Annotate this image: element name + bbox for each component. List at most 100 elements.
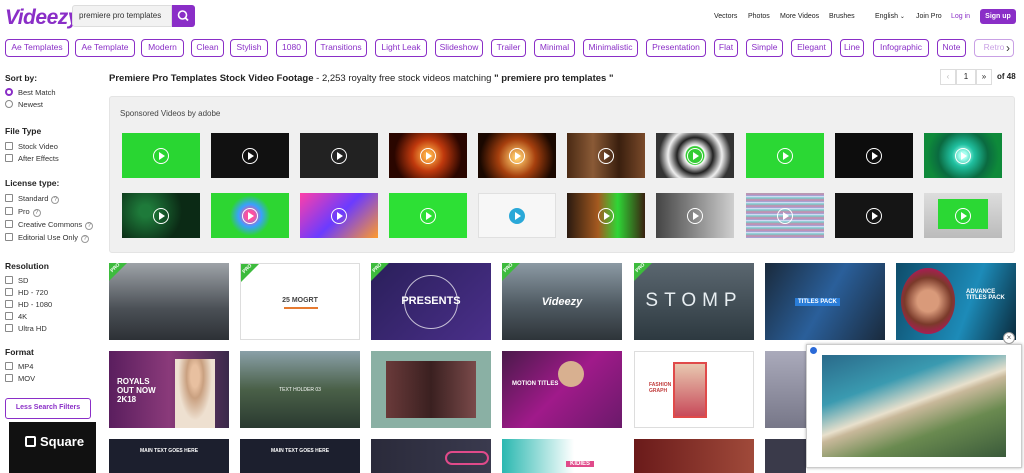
license-pro[interactable]: Pro?: [5, 207, 41, 217]
tag-item[interactable]: Clean: [191, 39, 224, 57]
tag-item[interactable]: Elegant: [791, 39, 832, 57]
tag-item[interactable]: Trailer: [491, 39, 526, 57]
tag-item[interactable]: Modern: [141, 39, 184, 57]
tag-item[interactable]: Minimalistic: [583, 39, 638, 57]
resolution-sd[interactable]: SD: [5, 276, 28, 285]
resolution-ultra-hd[interactable]: Ultra HD: [5, 324, 47, 333]
nav-brushes[interactable]: Brushes: [829, 13, 855, 20]
tag-item[interactable]: Ae Template: [75, 39, 135, 57]
help-icon[interactable]: ?: [51, 196, 60, 204]
info-icon[interactable]: [810, 347, 817, 354]
tag-item[interactable]: Flat: [714, 39, 738, 57]
search-input[interactable]: premiere pro templates: [72, 5, 172, 27]
result-card[interactable]: PRO Videezy: [502, 263, 622, 340]
license-standard[interactable]: Standard?: [5, 194, 60, 204]
result-card[interactable]: [371, 351, 491, 428]
result-card[interactable]: [765, 439, 806, 473]
tag-item[interactable]: 1080: [276, 39, 307, 57]
filetype-after-effects[interactable]: After Effects: [5, 154, 59, 163]
aerial-beach-video[interactable]: [822, 355, 1006, 457]
result-card[interactable]: MAIN TEXT GOES HERE: [109, 439, 229, 473]
page-number-input[interactable]: 1: [956, 69, 976, 85]
sponsored-thumb[interactable]: [478, 133, 556, 178]
tag-item[interactable]: Light Leak: [375, 39, 427, 57]
sponsored-thumb[interactable]: [122, 133, 200, 178]
sponsored-thumb[interactable]: [211, 193, 289, 238]
prev-page-icon[interactable]: ‹: [940, 69, 956, 85]
sponsored-thumb[interactable]: [389, 133, 467, 178]
sponsored-thumb[interactable]: [300, 133, 378, 178]
sponsored-thumb[interactable]: [924, 193, 1002, 238]
tag-item[interactable]: Ae Templates: [5, 39, 69, 57]
sponsored-thumb[interactable]: [122, 193, 200, 238]
tag-item[interactable]: Slideshow: [435, 39, 483, 57]
sponsored-thumb[interactable]: [211, 133, 289, 178]
result-card[interactable]: PRO PRESENTS: [371, 263, 491, 340]
chevron-right-icon[interactable]: ›: [1006, 41, 1010, 55]
result-card[interactable]: KIDIES: [502, 439, 622, 473]
result-card[interactable]: TITLES PACK: [765, 263, 885, 340]
tag-item[interactable]: Simple: [746, 39, 783, 57]
format-mp4[interactable]: MP4: [5, 362, 33, 371]
next-page-icon[interactable]: »: [976, 69, 992, 85]
sponsored-thumb[interactable]: [478, 193, 556, 238]
nav-more-videos[interactable]: More Videos: [780, 13, 819, 20]
nav-language[interactable]: English ⌄: [875, 13, 905, 20]
tag-item[interactable]: Minimal: [534, 39, 575, 57]
nav-log-in[interactable]: Log in: [951, 13, 970, 20]
result-card[interactable]: [765, 351, 806, 428]
resolution-hd720[interactable]: HD - 720: [5, 288, 48, 297]
sort-newest[interactable]: Newest: [5, 100, 43, 109]
result-card[interactable]: FASHION GRAPH: [634, 351, 754, 428]
sponsored-thumb[interactable]: [567, 193, 645, 238]
close-icon[interactable]: ×: [1003, 332, 1015, 344]
result-card[interactable]: [371, 439, 491, 473]
tag-item[interactable]: Transitions: [315, 39, 367, 57]
format-mov[interactable]: MOV: [5, 374, 35, 383]
help-icon[interactable]: ?: [81, 235, 90, 243]
floating-video-player[interactable]: [806, 344, 1022, 468]
license-creative-commons[interactable]: Creative Commons?: [5, 220, 94, 230]
nav-photos[interactable]: Photos: [748, 13, 770, 20]
sponsored-thumb[interactable]: [746, 193, 824, 238]
sponsored-thumb[interactable]: [567, 133, 645, 178]
tag-item[interactable]: Presentation: [646, 39, 706, 57]
nav-vectors[interactable]: Vectors: [714, 13, 737, 20]
play-icon: [331, 207, 347, 224]
tag-item[interactable]: Note: [937, 39, 966, 57]
result-card[interactable]: ADVANCE TITLES PACK: [896, 263, 1016, 340]
result-card[interactable]: ROYALS OUT NOW 2K18: [109, 351, 229, 428]
sponsored-thumb[interactable]: [300, 193, 378, 238]
filetype-stock-video[interactable]: Stock Video: [5, 142, 58, 151]
resolution-hd1080[interactable]: HD - 1080: [5, 300, 52, 309]
result-card[interactable]: PRO 25 MOGRT: [240, 263, 360, 340]
videezy-logo[interactable]: Videezy: [5, 6, 79, 30]
sponsored-thumb[interactable]: [835, 133, 913, 178]
search-button[interactable]: [172, 5, 195, 27]
tag-item[interactable]: Stylish: [230, 39, 268, 57]
license-editorial[interactable]: Editorial Use Only?: [5, 233, 90, 243]
sponsored-thumb[interactable]: [656, 133, 734, 178]
tag-item[interactable]: Infographic: [873, 39, 929, 57]
result-card[interactable]: PRO STOMP: [634, 263, 754, 340]
less-search-filters-button[interactable]: Less Search Filters: [5, 398, 91, 419]
resolution-4k[interactable]: 4K: [5, 312, 27, 321]
square-ad[interactable]: Square: [9, 422, 96, 473]
result-card[interactable]: [634, 439, 754, 473]
help-icon[interactable]: ?: [85, 222, 94, 230]
resolution-heading: Resolution: [5, 261, 49, 271]
sort-best-match[interactable]: Best Match: [5, 88, 56, 97]
result-card[interactable]: MOTION TITLES: [502, 351, 622, 428]
result-card[interactable]: TEXT HOLDER 03: [240, 351, 360, 428]
sponsored-thumb[interactable]: [924, 133, 1002, 178]
sponsored-thumb[interactable]: [656, 193, 734, 238]
sponsored-thumb[interactable]: [746, 133, 824, 178]
result-card[interactable]: MAIN TEXT GOES HERE: [240, 439, 360, 473]
result-card[interactable]: PRO: [109, 263, 229, 340]
nav-join-pro[interactable]: Join Pro: [916, 13, 942, 20]
sponsored-thumb[interactable]: [389, 193, 467, 238]
sign-up-button[interactable]: Sign up: [980, 9, 1016, 24]
sponsored-thumb[interactable]: [835, 193, 913, 238]
help-icon[interactable]: ?: [32, 209, 41, 217]
tag-item[interactable]: Line: [840, 39, 864, 57]
